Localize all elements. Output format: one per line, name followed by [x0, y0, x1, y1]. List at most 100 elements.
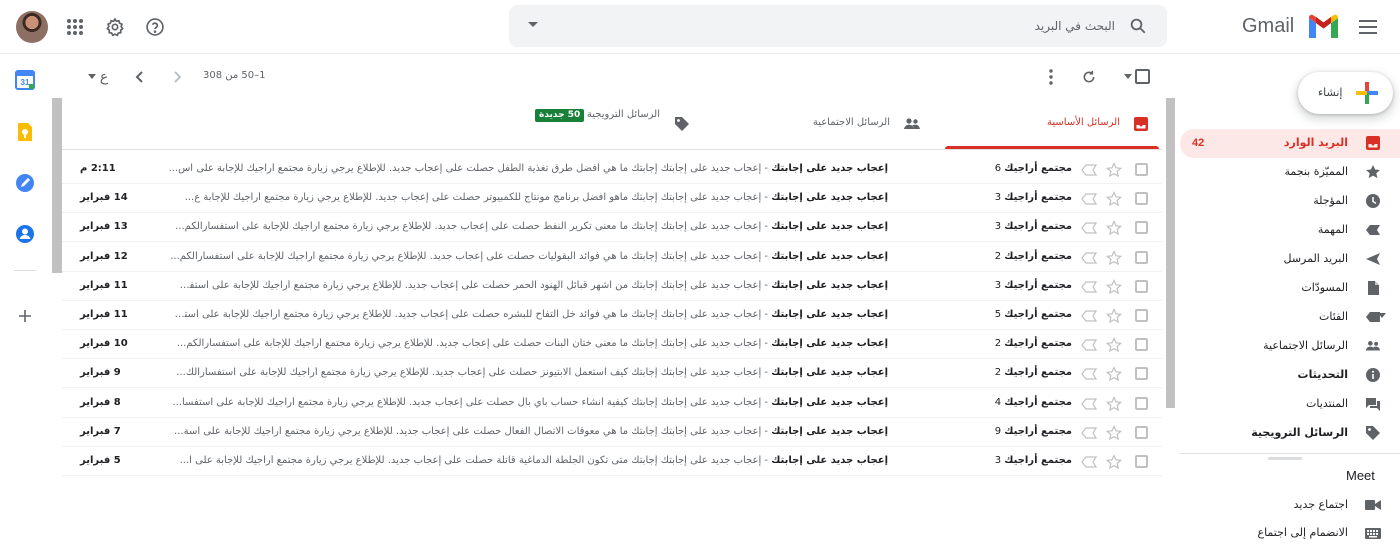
- row-checkbox[interactable]: [1135, 367, 1148, 381]
- sidebar-item-info[interactable]: التحديثات: [1180, 361, 1400, 390]
- email-row[interactable]: مجتمع أراجيك 5 إعجاب جديد على إجابتك - إع…: [62, 301, 1162, 330]
- more-options-icon[interactable]: [1040, 66, 1062, 88]
- star-icon[interactable]: [1106, 308, 1122, 324]
- importance-marker-icon[interactable]: [1081, 456, 1097, 468]
- row-checkbox[interactable]: [1135, 250, 1148, 264]
- star-icon[interactable]: [1106, 162, 1122, 178]
- importance-marker-icon[interactable]: [1081, 427, 1097, 439]
- email-row[interactable]: مجتمع أراجيك 3 إعجاب جديد على إجابتك - إع…: [62, 272, 1162, 301]
- calendar-icon[interactable]: 31: [14, 69, 36, 91]
- video-icon: [1365, 497, 1381, 513]
- email-date: 11 فبراير: [80, 279, 128, 291]
- info-icon: [1365, 367, 1381, 383]
- tasks-icon[interactable]: [14, 172, 36, 194]
- email-row[interactable]: مجتمع أراجيك 3 إعجاب جديد على إجابتك - إع…: [62, 213, 1162, 243]
- importance-marker-icon[interactable]: [1081, 397, 1097, 410]
- meet-new-meeting[interactable]: اجتماع جديد: [1180, 491, 1400, 520]
- sidebar-item-draft[interactable]: المسودّات: [1180, 274, 1400, 303]
- row-checkbox[interactable]: [1135, 221, 1148, 235]
- sidebar-item-tag[interactable]: الرسائل الترويجية: [1180, 419, 1400, 448]
- sidebar-item-send[interactable]: البريد المرسل: [1180, 245, 1400, 274]
- sidebar-item-people[interactable]: الرسائل الاجتماعية: [1180, 332, 1400, 361]
- row-checkbox[interactable]: [1135, 309, 1148, 322]
- row-checkbox[interactable]: [1135, 192, 1148, 206]
- email-row[interactable]: مجتمع أراجيك 2 إعجاب جديد على إجابتك - إع…: [62, 243, 1162, 272]
- help-icon[interactable]: [141, 13, 169, 41]
- email-row[interactable]: مجتمع أراجيك 3 إعجاب جديد على إجابتك - إع…: [62, 184, 1162, 214]
- star-icon[interactable]: [1106, 395, 1122, 412]
- importance-marker-icon[interactable]: [1081, 339, 1097, 351]
- star-icon[interactable]: [1106, 454, 1122, 470]
- tab-primary[interactable]: الرسائل الأساسية: [945, 99, 1159, 149]
- sidebar-item-forum[interactable]: المنتديات: [1180, 390, 1400, 419]
- avatar[interactable]: [16, 11, 48, 43]
- people-icon: [1365, 338, 1381, 354]
- importance-marker-icon[interactable]: [1081, 251, 1097, 264]
- select-all-checkbox[interactable]: [1135, 69, 1150, 84]
- thread-count: 2: [994, 250, 1002, 262]
- row-checkbox[interactable]: [1135, 455, 1148, 468]
- row-checkbox[interactable]: [1135, 396, 1148, 410]
- forum-icon: [1365, 396, 1381, 412]
- message-list-scrollbar[interactable]: [1166, 98, 1175, 408]
- email-row[interactable]: مجتمع أراجيك 3 إعجاب جديد على إجابتك - إع…: [62, 447, 1162, 476]
- email-row[interactable]: مجتمع أراجيك 2 إعجاب جديد على إجابتك - إع…: [62, 359, 1162, 389]
- sidebar-item-label: الرسائل الترويجية: [1251, 426, 1348, 439]
- star-icon[interactable]: [1106, 278, 1122, 295]
- sidebar-item-star[interactable]: المميّزة بنجمة: [1180, 158, 1400, 187]
- tab-promotions[interactable]: الرسائل الترويجية 50 جديدة: [470, 99, 708, 149]
- row-checkbox[interactable]: [1135, 338, 1148, 352]
- keep-icon[interactable]: [14, 121, 36, 143]
- categories-expand-icon[interactable]: [1378, 313, 1386, 319]
- meet-divider: [1180, 453, 1400, 454]
- row-sender: مجتمع أراجيك 2: [964, 367, 1072, 378]
- refresh-icon[interactable]: [1078, 66, 1100, 88]
- importance-marker-icon[interactable]: [1081, 222, 1097, 234]
- email-row[interactable]: مجتمع أراجيك 2 إعجاب جديد على إجابتك - إع…: [62, 330, 1162, 360]
- row-checkbox[interactable]: [1135, 425, 1148, 439]
- row-checkbox[interactable]: [1135, 163, 1148, 176]
- importance-marker-icon[interactable]: [1081, 368, 1097, 380]
- email-row[interactable]: مجتمع أراجيك 4 إعجاب جديد على إجابتك - إع…: [62, 389, 1162, 418]
- importance-marker-icon[interactable]: [1081, 164, 1097, 176]
- star-icon[interactable]: [1106, 249, 1122, 266]
- apps-grid-icon[interactable]: [61, 13, 89, 41]
- settings-gear-icon[interactable]: [101, 13, 129, 41]
- sidebar-item-important[interactable]: المهمة: [1180, 216, 1400, 245]
- sidebar-item-label: التحديثات: [1297, 368, 1348, 381]
- importance-marker-icon[interactable]: [1081, 281, 1097, 293]
- star-icon[interactable]: [1106, 366, 1122, 382]
- sidebar-item-label[interactable]: الفئات: [1180, 303, 1400, 332]
- email-snippet: إعجاب جديد على إجابتك إجابتك كيفية انشاء…: [172, 396, 762, 408]
- tab-social[interactable]: الرسائل الاجتماعية: [708, 99, 945, 149]
- left-rail-scrollbar[interactable]: [52, 98, 62, 273]
- search-icon[interactable]: [1129, 17, 1147, 35]
- email-row[interactable]: مجتمع أراجيك 9 إعجاب جديد على إجابتك - إع…: [62, 418, 1162, 447]
- star-icon[interactable]: [1106, 220, 1122, 236]
- meet-join-meeting[interactable]: الانضمام إلى اجتماع: [1180, 519, 1400, 548]
- newer-page-icon[interactable]: [166, 66, 188, 88]
- main-menu-icon[interactable]: [1354, 13, 1382, 41]
- importance-marker-icon[interactable]: [1081, 310, 1097, 322]
- thread-count: 3: [994, 192, 1002, 204]
- sender-name: مجتمع أراجيك: [1004, 163, 1072, 174]
- contacts-icon[interactable]: [14, 223, 36, 245]
- sidebar-item-clock[interactable]: المؤجلة: [1180, 187, 1400, 216]
- gmail-logo-icon[interactable]: [1307, 13, 1340, 39]
- star-icon[interactable]: [1106, 191, 1122, 207]
- tag-icon: [674, 116, 690, 132]
- add-addon-icon[interactable]: [14, 305, 36, 327]
- compose-button[interactable]: إنشاء: [1298, 72, 1393, 114]
- input-tools-button[interactable]: ع: [83, 66, 113, 88]
- older-page-icon[interactable]: [129, 66, 151, 88]
- search-input[interactable]: [595, 5, 1115, 47]
- search-options-dropdown-icon[interactable]: [527, 21, 539, 29]
- star-icon[interactable]: [1106, 424, 1122, 441]
- row-checkbox[interactable]: [1135, 279, 1148, 293]
- star-icon[interactable]: [1106, 337, 1122, 353]
- email-row[interactable]: مجتمع أراجيك 6 إعجاب جديد على إجابتك - إع…: [62, 155, 1162, 184]
- sidebar-item-inbox[interactable]: البريد الوارد 42: [1180, 129, 1400, 158]
- sidebar-item-label: المسودّات: [1301, 281, 1348, 294]
- resize-handle[interactable]: [1268, 457, 1302, 460]
- importance-marker-icon[interactable]: [1081, 193, 1097, 205]
